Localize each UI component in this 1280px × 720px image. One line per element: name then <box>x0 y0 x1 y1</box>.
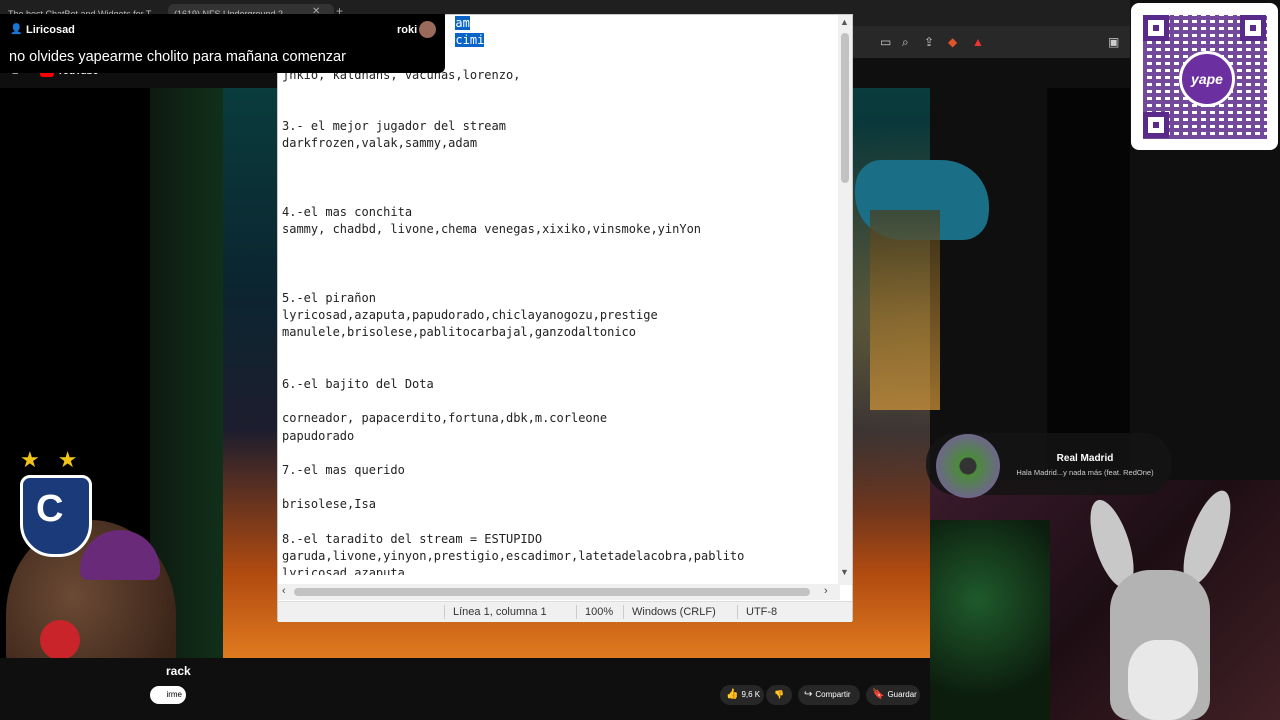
subscribe-button[interactable]: irme <box>150 686 186 704</box>
video-title: rack <box>166 664 191 678</box>
notepad-line[interactable]: sammy, chadbd, livone,chema venegas,xixi… <box>282 221 838 238</box>
notepad-line[interactable]: 4.-el mas conchita <box>282 204 838 221</box>
cast-icon[interactable]: ▭ <box>880 35 891 49</box>
notepad-line[interactable] <box>282 479 838 496</box>
chat-recipient: roki <box>397 24 418 36</box>
scroll-up-icon[interactable]: ▲ <box>840 17 849 27</box>
like-button[interactable]: 👍 9,6 K <box>720 685 764 705</box>
selected-text: cimi <box>455 33 485 48</box>
notepad-line[interactable] <box>282 393 838 410</box>
notepad-line[interactable] <box>282 153 838 170</box>
mascot-tongue <box>40 620 80 660</box>
club-stars-icon: ★★ <box>20 447 96 472</box>
avatar <box>419 21 436 38</box>
chat-username: Liricosad <box>26 24 75 36</box>
notepad-line[interactable] <box>282 84 838 101</box>
album-art-icon <box>936 434 1000 498</box>
notepad-line[interactable]: 8.-el taradito del stream = ESTUPIDO <box>282 531 838 548</box>
notepad-line[interactable] <box>282 445 838 462</box>
notepad-line[interactable]: 5.-el pirañon <box>282 290 838 307</box>
plant-decoration <box>930 520 1050 720</box>
status-zoom: 100% <box>576 605 613 619</box>
notepad-window: am cimi2.-el mas p.m.ajnkio, kaldhans, v… <box>277 14 853 622</box>
scroll-left-icon[interactable]: ‹ <box>282 585 286 597</box>
qr-finder-top-right <box>1240 15 1266 41</box>
like-count: 9,6 K <box>741 690 761 699</box>
yape-qr-code: yape <box>1131 3 1278 150</box>
right-panel-backdrop <box>1047 88 1130 488</box>
notepad-line[interactable] <box>282 359 838 376</box>
notepad-text-area[interactable]: am cimi2.-el mas p.m.ajnkio, kaldhans, v… <box>282 15 838 575</box>
notepad-line[interactable] <box>282 273 838 290</box>
notepad-line[interactable]: manulele,brisolese,pablitocarbajal,ganzo… <box>282 324 838 341</box>
notepad-line[interactable]: 3.- el mejor jugador del stream <box>282 118 838 135</box>
status-encoding: UTF-8 <box>737 605 777 619</box>
notepad-line[interactable]: lyricosad,azaputa <box>282 565 838 575</box>
notepad-line[interactable] <box>282 342 838 359</box>
chat-overlay: 👤 Liricosad roki no olvides yapearme cho… <box>0 14 445 73</box>
notepad-line[interactable] <box>282 170 838 187</box>
now-playing-artist: Hala Madrid...y nada más (feat. RedOne) <box>1016 468 1154 477</box>
horizontal-scrollbar[interactable]: ‹ › <box>278 584 840 600</box>
city-lights <box>870 210 940 410</box>
notepad-line[interactable]: 7.-el mas querido <box>282 462 838 479</box>
share-label: Compartir <box>815 690 851 699</box>
selected-text: am <box>455 16 470 30</box>
notepad-line[interactable]: 6.-el bajito del Dota <box>282 376 838 393</box>
thumbs-down-icon: 👎 <box>774 690 784 699</box>
now-playing-title: Real Madrid <box>1056 453 1114 464</box>
status-line-ending: Windows (CRLF) <box>623 605 716 619</box>
qr-finder-top-left <box>1143 15 1169 41</box>
notepad-line[interactable] <box>282 101 838 118</box>
notepad-line[interactable]: papudorado <box>282 428 838 445</box>
notepad-line[interactable]: darkfrozen,valak,sammy,adam <box>282 135 838 152</box>
notepad-line[interactable] <box>282 238 838 255</box>
zoom-icon[interactable]: ⌕ <box>902 35 909 50</box>
dislike-button[interactable]: 👎 <box>766 685 792 705</box>
notepad-line[interactable]: garuda,livone,yinyon,prestigio,escadimor… <box>282 548 838 565</box>
qr-finder-bottom-left <box>1143 112 1169 138</box>
user-icon: 👤 <box>10 24 23 35</box>
notepad-line[interactable]: brisolese,Isa <box>282 496 838 513</box>
save-button[interactable]: 🔖 Guardar <box>866 685 920 705</box>
notepad-line[interactable] <box>282 187 838 204</box>
notepad-line[interactable]: corneador, papacerdito,fortuna,dbk,m.cor… <box>282 410 838 427</box>
donkey-snout <box>1128 640 1198 720</box>
rewards-icon[interactable]: ▲ <box>972 35 984 49</box>
scroll-right-icon[interactable]: › <box>824 585 828 597</box>
notepad-line[interactable] <box>282 256 838 273</box>
share-button[interactable]: ↪ Compartir <box>798 685 860 705</box>
status-cursor-position: Línea 1, columna 1 <box>444 605 547 619</box>
notepad-line[interactable] <box>282 513 838 530</box>
share-page-icon[interactable]: ⇪ <box>924 35 934 49</box>
thumbs-up-icon: 👍 <box>726 689 739 700</box>
brave-shield-icon[interactable]: ◆ <box>948 35 957 49</box>
bookmark-icon: 🔖 <box>872 689 885 700</box>
save-label: Guardar <box>887 690 917 699</box>
chat-message: no olvides yapearme cholito para mañana … <box>9 49 346 65</box>
vertical-scrollbar[interactable]: ▲ ▼ <box>838 15 852 585</box>
horizontal-scroll-thumb[interactable] <box>294 588 810 596</box>
notepad-line[interactable]: lyricosad,azaputa,papudorado,chiclayanog… <box>282 307 838 324</box>
yape-logo-icon: yape <box>1179 51 1235 107</box>
club-crest-letter: C <box>36 488 64 530</box>
vertical-scroll-thumb[interactable] <box>841 33 849 183</box>
status-bar: Línea 1, columna 1 100% Windows (CRLF) U… <box>278 601 852 622</box>
share-icon: ↪ <box>804 689 813 700</box>
sidebar-toggle-icon[interactable]: ▣ <box>1108 35 1119 49</box>
scroll-down-icon[interactable]: ▼ <box>840 567 849 577</box>
